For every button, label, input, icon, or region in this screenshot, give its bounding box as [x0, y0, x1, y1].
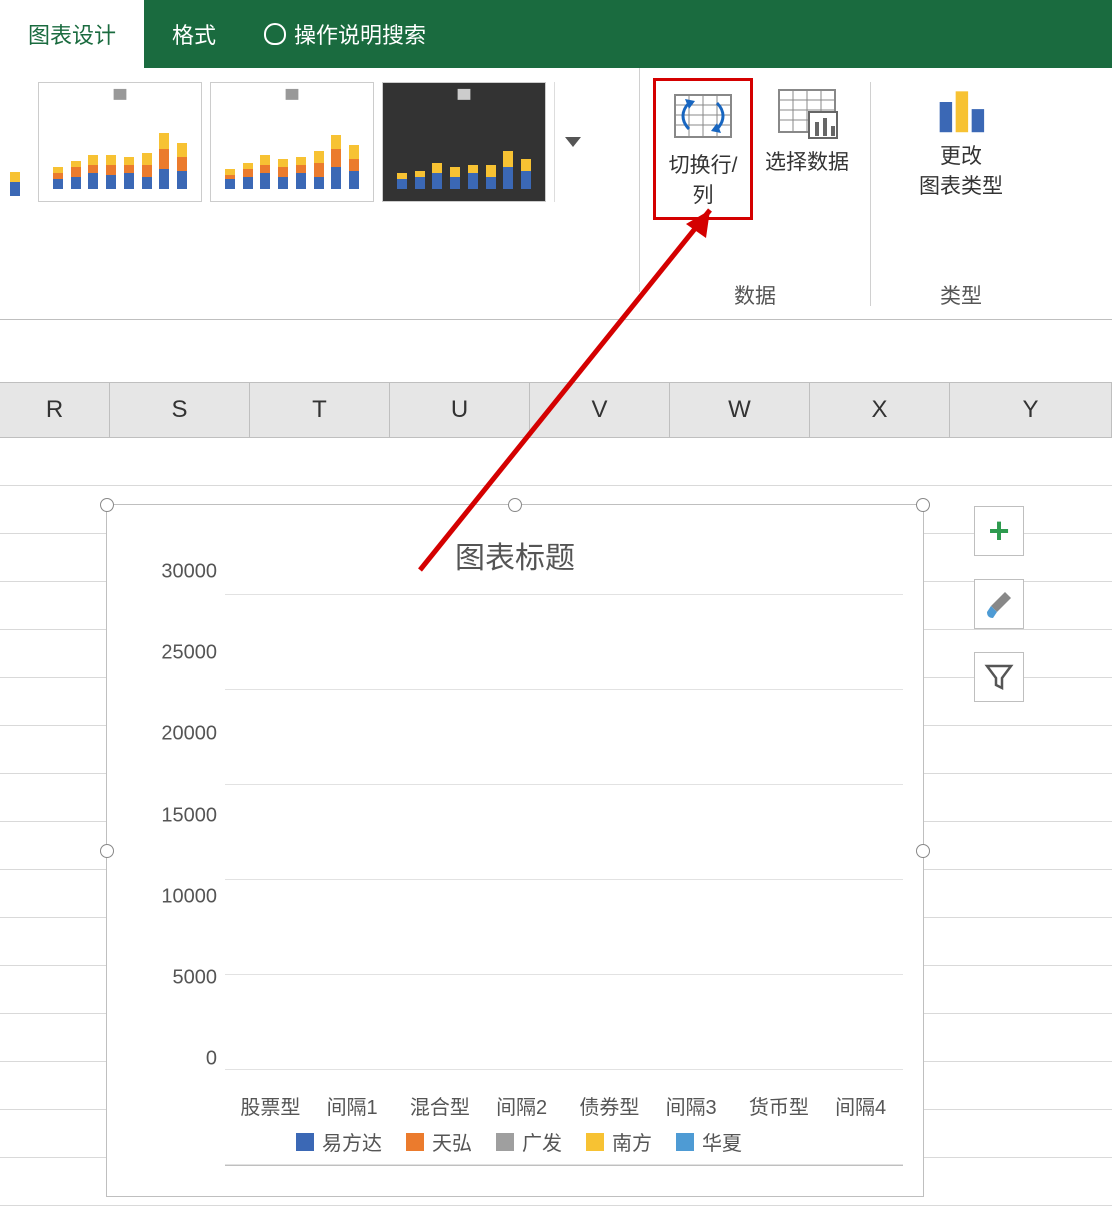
brush-icon [983, 588, 1015, 620]
chart-type-icon [932, 86, 990, 134]
y-tick-label: 5000 [173, 966, 218, 989]
col-header-S[interactable]: S [110, 383, 250, 437]
x-tick-label: 货币型 [749, 1091, 803, 1120]
x-axis-labels: 股票型 间隔1 混合型 间隔2 债券型 间隔3 货币型 间隔4 [225, 1091, 903, 1120]
col-header-R[interactable]: R [0, 383, 110, 437]
plot [225, 595, 903, 1166]
tell-me-label: 操作说明搜索 [294, 18, 426, 50]
funnel-icon [984, 662, 1014, 692]
y-tick-label: 25000 [161, 642, 217, 665]
resize-handle[interactable] [916, 498, 930, 512]
x-tick-label: 间隔3 [664, 1091, 718, 1120]
group-label-data: 数据 [734, 280, 776, 314]
x-tick-label: 间隔4 [834, 1091, 888, 1120]
y-axis: 050001000015000200002500030000 [135, 595, 221, 1082]
x-tick-label: 间隔2 [495, 1091, 549, 1120]
chart-styles-gallery[interactable]: ██ ██ [0, 68, 640, 292]
col-header-V[interactable]: V [530, 383, 670, 437]
select-data-icon [775, 86, 839, 140]
ribbon-body: ██ ██ [0, 68, 1112, 320]
col-header-T[interactable]: T [250, 383, 390, 437]
y-tick-label: 30000 [161, 561, 217, 584]
legend-item: 天弘 [406, 1127, 472, 1156]
y-tick-label: 10000 [161, 885, 217, 908]
y-tick-label: 0 [206, 1048, 217, 1071]
column-headers: RSTUVWXY [0, 382, 1112, 438]
switch-label: 切换行/列 [660, 149, 746, 209]
ribbon-group-data: 切换行/列 选择数据 数据 [640, 68, 870, 320]
legend-item: 广发 [496, 1127, 562, 1156]
style-thumb-0[interactable] [0, 88, 30, 208]
group-label-type: 类型 [940, 280, 982, 314]
legend-item: 华夏 [676, 1127, 742, 1156]
switch-row-column-button[interactable]: 切换行/列 [653, 78, 753, 220]
style-thumb-3[interactable]: ██ [382, 82, 546, 202]
chart-elements-button[interactable]: + [974, 506, 1024, 556]
select-data-button[interactable]: 选择数据 [757, 78, 857, 184]
ribbon-group-type: 更改 图表类型 类型 [871, 68, 1051, 320]
plus-icon: + [988, 513, 1009, 549]
chart-styles-button[interactable] [974, 579, 1024, 629]
y-tick-label: 15000 [161, 804, 217, 827]
gallery-more-button[interactable] [554, 82, 590, 202]
legend-item: 易方达 [296, 1127, 382, 1156]
col-header-Y[interactable]: Y [950, 383, 1112, 437]
tab-format[interactable]: 格式 [144, 0, 244, 68]
y-tick-label: 20000 [161, 723, 217, 746]
plot-area: 050001000015000200002500030000 股票型间隔1混合型… [135, 585, 903, 1156]
resize-handle[interactable] [916, 844, 930, 858]
x-tick-label: 股票型 [240, 1091, 294, 1120]
chart-title[interactable]: 图表标题 [107, 505, 923, 577]
chevron-down-icon [565, 137, 581, 147]
legend-item: 南方 [586, 1127, 652, 1156]
resize-handle[interactable] [508, 498, 522, 512]
chart-filter-button[interactable] [974, 652, 1024, 702]
col-header-U[interactable]: U [390, 383, 530, 437]
select-data-label: 选择数据 [765, 146, 849, 176]
chart-object[interactable]: 图表标题 0 5000 10000 15000 20000 25000 30000 股票型 间… [106, 504, 924, 1197]
tab-chart-design[interactable]: 图表设计 [0, 0, 144, 68]
col-header-W[interactable]: W [670, 383, 810, 437]
chart-legend: 易方达天弘广发南方华夏 [135, 1127, 903, 1156]
x-tick-label: 债券型 [579, 1091, 633, 1120]
lightbulb-icon [264, 23, 286, 45]
col-header-X[interactable]: X [810, 383, 950, 437]
change-chart-type-button[interactable]: 更改 图表类型 [889, 78, 1033, 208]
x-tick-label: 混合型 [410, 1091, 464, 1120]
switch-row-col-icon [671, 89, 735, 143]
resize-handle[interactable] [100, 498, 114, 512]
style-thumb-1[interactable]: ██ [38, 82, 202, 202]
tell-me-search[interactable]: 操作说明搜索 [264, 18, 426, 50]
style-thumb-2[interactable]: ██ [210, 82, 374, 202]
bars-container [225, 595, 903, 1165]
x-tick-label: 间隔1 [325, 1091, 379, 1120]
change-type-label: 更改 图表类型 [919, 140, 1003, 200]
resize-handle[interactable] [100, 844, 114, 858]
ribbon-tabs: 图表设计 格式 操作说明搜索 [0, 0, 1112, 68]
